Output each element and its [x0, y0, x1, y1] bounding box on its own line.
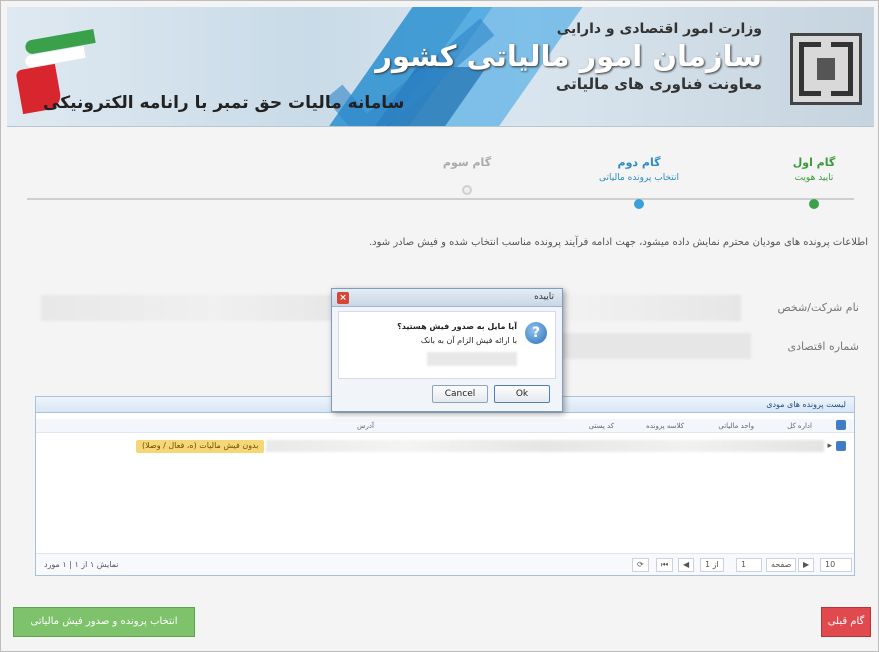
dialog-note: با ارائه فیش الزام آن به بانک: [420, 336, 517, 345]
dialog-body: ? آیا مایل به صدور فیش هستید؟ با ارائه ف…: [338, 311, 556, 379]
economic-number-label: شماره اقتصادی: [787, 340, 859, 353]
next-page-icon[interactable]: ▶: [798, 558, 815, 572]
step-2: گام دوم انتخاب پرونده مالیاتی: [579, 156, 699, 209]
cancel-button[interactable]: Cancel: [432, 385, 488, 403]
step-done-dot-icon: [809, 199, 819, 209]
select-case-issue-receipt-button[interactable]: انتخاب پرونده و صدور فیش مالیاتی: [13, 607, 195, 637]
org-name: سازمان امور مالیاتی کشور: [375, 39, 762, 73]
question-icon: ?: [525, 322, 547, 344]
steps-connector-line: [27, 198, 854, 200]
refresh-icon[interactable]: ⟳: [632, 558, 649, 572]
page-of-label: از 1: [700, 558, 724, 572]
first-page-icon[interactable]: ⏮: [656, 558, 674, 572]
column-header[interactable]: کد پستی: [589, 422, 614, 430]
close-icon[interactable]: ×: [337, 292, 349, 304]
page-label: صفحه: [766, 558, 797, 572]
page-size-select[interactable]: 10: [820, 558, 852, 572]
step-subtitle: انتخاب پرونده مالیاتی: [599, 173, 679, 183]
step-active-dot-icon: [634, 199, 644, 209]
confirm-dialog: تاییده × ? آیا مایل به صدور فیش هستید؟ ب…: [331, 288, 563, 412]
step-3: گام سوم: [407, 156, 527, 195]
row-address-value: [266, 440, 824, 452]
app-frame: سامانه مالیات حق تمبر با رانامه الکترونی…: [0, 0, 879, 652]
system-title: سامانه مالیات حق تمبر با رانامه الکترونی…: [43, 93, 405, 113]
instruction-text: اطلاعات پرونده های مودیان محترم نمایش دا…: [368, 237, 868, 248]
ministry-name: وزارت امور اقتصادی و دارایی: [556, 21, 762, 37]
table-row[interactable]: ▸ بدون فیش مالیات (ه، فعال / وصلا): [36, 439, 854, 455]
step-pending-dot-icon: [462, 185, 472, 195]
dialog-detail-value: [427, 352, 517, 366]
dialog-question: آیا مایل به صدور فیش هستید؟: [397, 322, 517, 331]
prev-page-icon[interactable]: ◀: [678, 558, 695, 572]
pager-info: نمایش ۱ از ۱ | ۱ مورد: [44, 560, 119, 569]
step-title: گام اول: [792, 156, 836, 169]
step-subtitle: تایید هویت: [794, 173, 834, 183]
wizard-steps: گام اول تایید هویت گام دوم انتخاب پرونده…: [7, 141, 874, 211]
ok-button[interactable]: Ok: [494, 385, 550, 403]
column-header[interactable]: آدرس: [357, 422, 374, 430]
step-title: گام دوم: [617, 156, 661, 169]
dialog-title: تاییده: [332, 289, 562, 307]
company-name-label: نام شرکت/شخص: [777, 301, 859, 314]
previous-step-button[interactable]: گام قبلی: [821, 607, 871, 637]
column-header[interactable]: واحد مالیاتی: [718, 422, 754, 430]
grid-pager: نمایش ۱ از ۱ | ۱ مورد ⟳ ⏮ ◀ از 1 1 صفحه …: [36, 553, 854, 575]
select-all-checkbox[interactable]: [836, 420, 846, 430]
row-checkbox[interactable]: [836, 441, 846, 451]
tax-organization-emblem-icon: [790, 33, 862, 105]
page-number-input[interactable]: 1: [736, 558, 762, 572]
header-banner: سامانه مالیات حق تمبر با رانامه الکترونی…: [7, 7, 874, 127]
row-expand-icon[interactable]: ▸: [827, 441, 832, 451]
step-title: گام سوم: [442, 156, 492, 169]
org-block: وزارت امور اقتصادی و دارایی سازمان امور …: [375, 21, 762, 93]
column-header[interactable]: اداره کل: [787, 422, 812, 430]
column-header[interactable]: کلاسه پرونده: [646, 422, 684, 430]
grid-header-row: اداره کل واحد مالیاتی کلاسه پرونده کد پس…: [36, 419, 854, 433]
status-badge: بدون فیش مالیات (ه، فعال / وصلا): [136, 440, 265, 453]
cases-grid: لیست پرونده های مودی اداره کل واحد مالیا…: [35, 396, 855, 576]
step-1: گام اول تایید هویت: [754, 156, 874, 209]
deputy-name: معاونت فناوری های مالیاتی: [555, 75, 762, 93]
